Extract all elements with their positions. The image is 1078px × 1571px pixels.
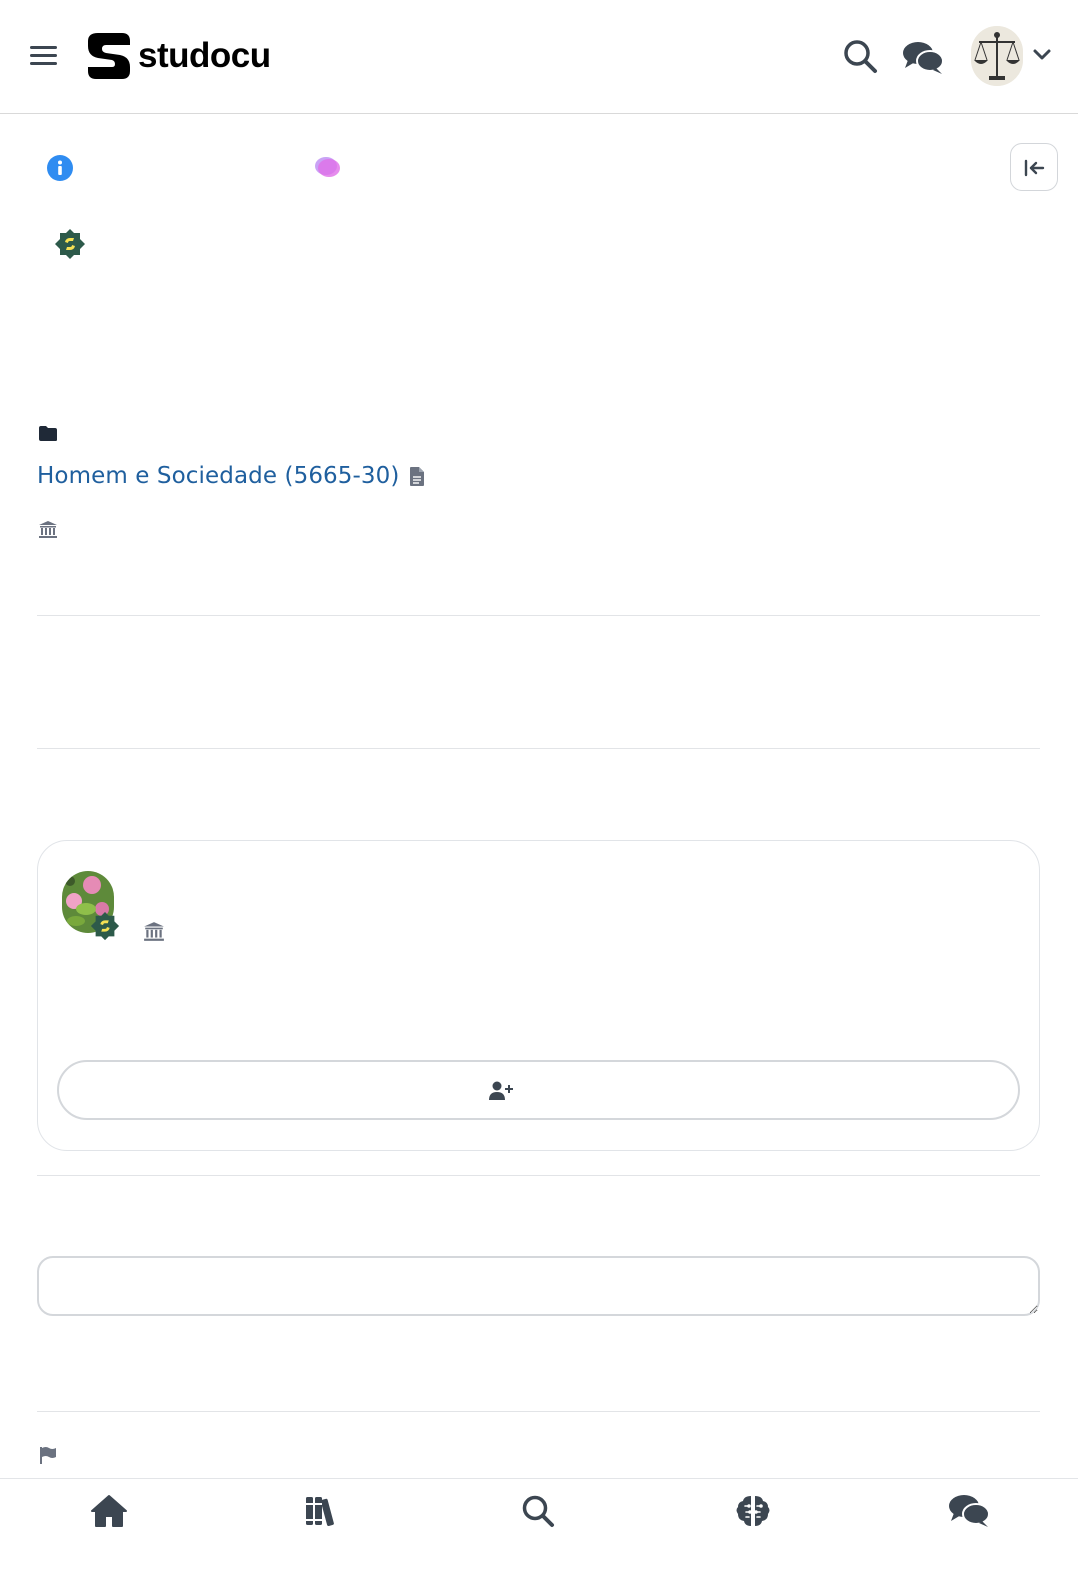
top-bar: studocu [0, 0, 1078, 114]
folder-icon [39, 426, 57, 441]
library-icon [306, 1497, 334, 1526]
logo-text: studocu [138, 36, 271, 75]
chat-bubbles-icon[interactable] [902, 40, 944, 76]
studocu-logo[interactable]: studocu [84, 30, 271, 82]
nav-home[interactable] [90, 1493, 130, 1533]
home-icon [91, 1495, 127, 1527]
collapse-left-icon [1024, 159, 1045, 177]
user-avatar[interactable] [971, 26, 1023, 86]
report-flag-icon[interactable] [39, 1446, 57, 1464]
logo-mark-icon [88, 33, 130, 79]
divider [37, 615, 1040, 616]
nav-library[interactable] [303, 1493, 343, 1533]
divider [37, 1175, 1040, 1176]
nav-ai[interactable] [734, 1493, 774, 1533]
author-card [37, 840, 1040, 1151]
divider [37, 748, 1040, 749]
comment-input[interactable] [37, 1256, 1040, 1316]
nav-search[interactable] [520, 1493, 560, 1533]
institution-icon [39, 521, 57, 538]
ai-blob-icon [315, 157, 340, 177]
search-icon[interactable] [842, 38, 878, 74]
chat-icon [949, 1495, 990, 1527]
ai-brain-icon [736, 1496, 770, 1526]
course-link[interactable]: Homem e Sociedade (5665-30) [37, 459, 425, 493]
divider [37, 1411, 1040, 1412]
follow-author-button[interactable] [57, 1060, 1020, 1120]
bottom-navigation [0, 1478, 1078, 1571]
hamburger-menu-icon[interactable] [30, 44, 58, 68]
course-link-text: Homem e Sociedade (5665-30) [37, 463, 400, 489]
scales-of-justice-icon [971, 26, 1023, 86]
search-icon [522, 1495, 554, 1527]
info-icon[interactable] [46, 154, 74, 182]
verified-badge-icon [90, 911, 120, 941]
add-user-icon [489, 1081, 513, 1100]
chevron-down-icon[interactable] [1032, 48, 1052, 62]
institution-icon [144, 922, 164, 941]
verified-badge-icon [55, 229, 85, 259]
nav-chat[interactable] [948, 1493, 990, 1533]
document-icon [410, 466, 425, 486]
collapse-sidebar-button[interactable] [1010, 143, 1058, 191]
